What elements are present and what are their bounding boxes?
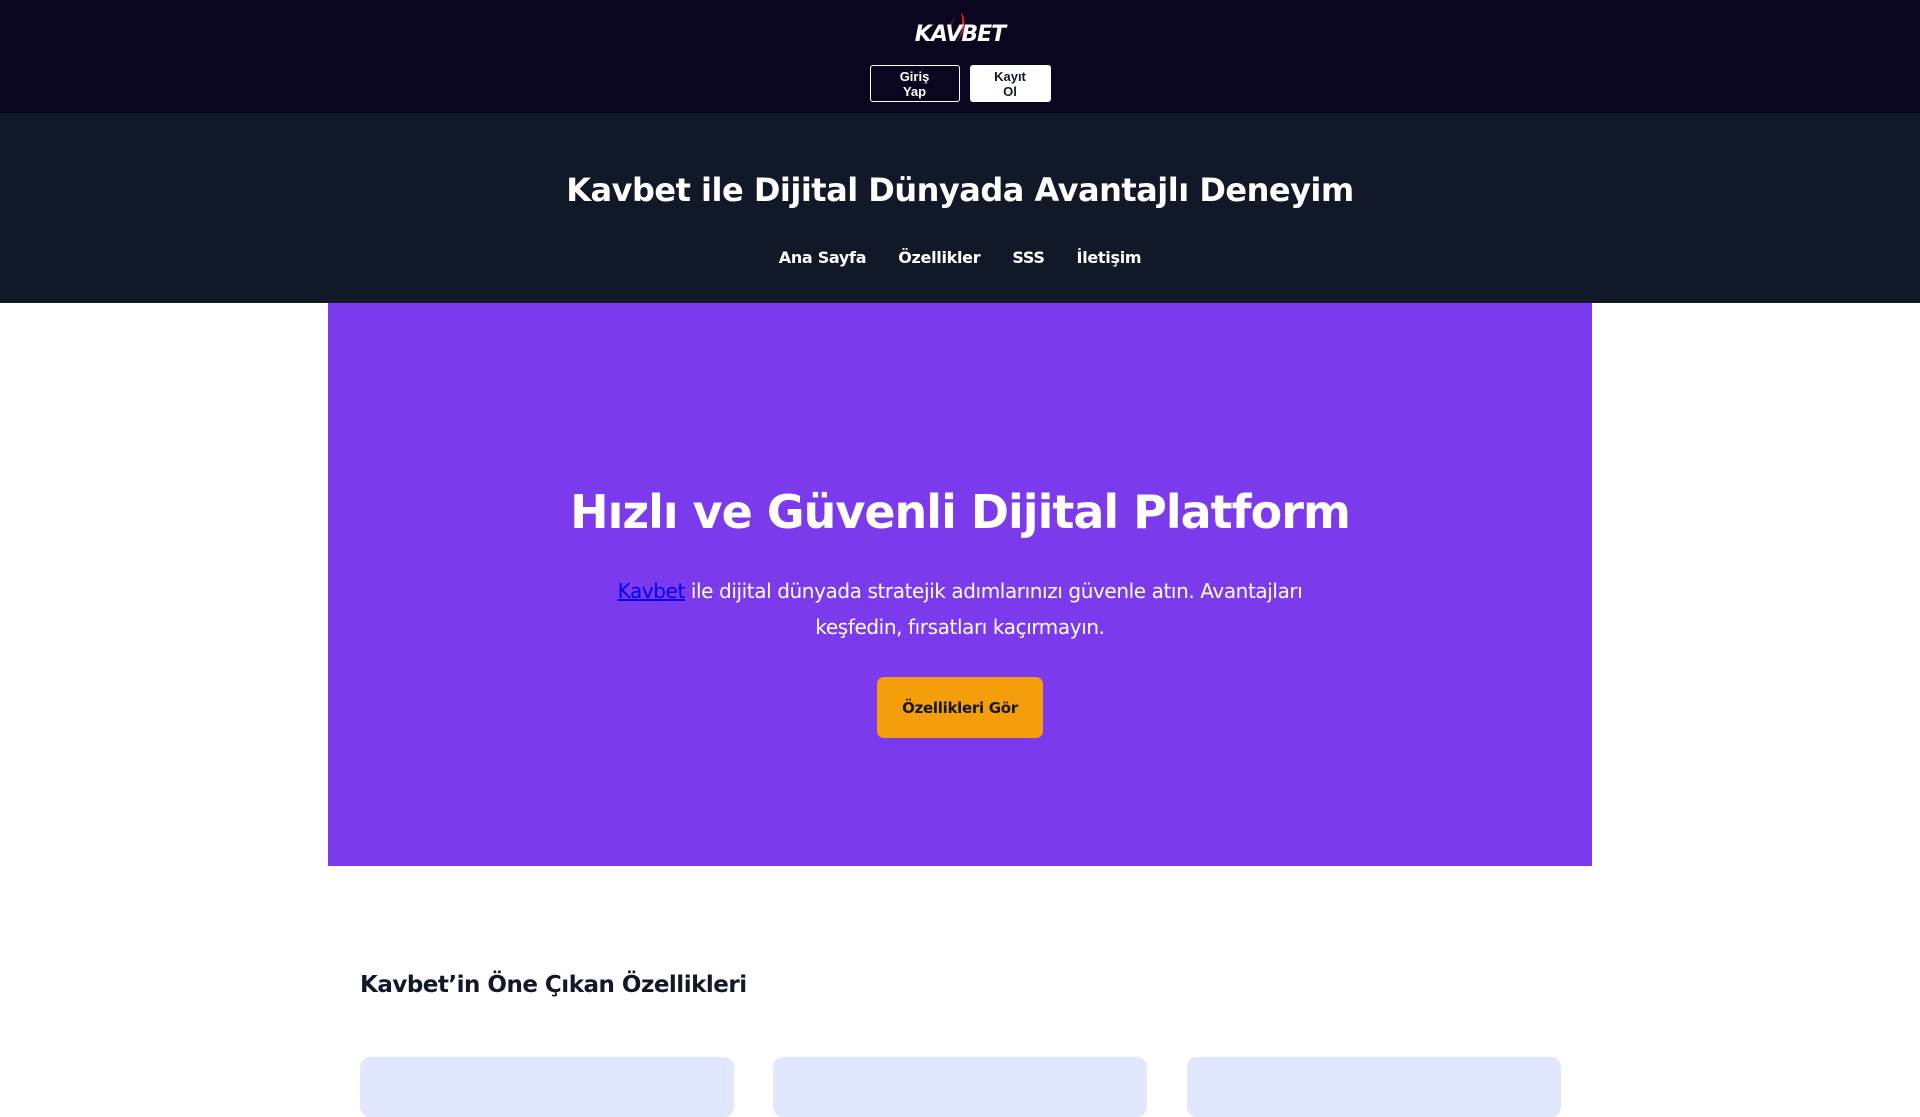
hero-title: Hızlı ve Güvenli Dijital Platform: [570, 485, 1351, 539]
top-bar: KAVBET Giriş Yap Kayıt Ol: [0, 0, 1920, 113]
nav-item-faq[interactable]: SSS: [1012, 248, 1045, 267]
feature-card: [773, 1057, 1147, 1117]
nav-item-contact[interactable]: İletişim: [1077, 248, 1142, 267]
site-title: Kavbet ile Dijital Dünyada Avantajlı Den…: [566, 171, 1354, 209]
auth-buttons: Giriş Yap Kayıt Ol: [0, 65, 1920, 102]
view-features-button[interactable]: Özellikleri Gör: [877, 677, 1043, 738]
feature-card: [360, 1057, 734, 1117]
nav-item-home[interactable]: Ana Sayfa: [779, 248, 867, 267]
feature-card: [1187, 1057, 1561, 1117]
kavbet-logo[interactable]: KAVBET: [905, 10, 1015, 50]
hero-description-text: ile dijital dünyada stratejik adımlarını…: [684, 579, 1303, 639]
svg-text:KAVBET: KAVBET: [915, 22, 1008, 47]
nav-item-features[interactable]: Özellikler: [898, 248, 980, 267]
site-header: Kavbet ile Dijital Dünyada Avantajlı Den…: [0, 113, 1920, 303]
main-nav: Ana Sayfa Özellikler SSS İletişim: [0, 248, 1920, 267]
features-title: Kavbet’in Öne Çıkan Özellikleri: [360, 972, 747, 998]
hero-description: Kavbet ile dijital dünyada stratejik adı…: [610, 573, 1310, 645]
register-button[interactable]: Kayıt Ol: [969, 65, 1051, 102]
hero-section: Hızlı ve Güvenli Dijital Platform Kavbet…: [328, 303, 1592, 866]
kavbet-link[interactable]: Kavbet: [618, 579, 686, 603]
login-button[interactable]: Giriş Yap: [869, 65, 960, 102]
